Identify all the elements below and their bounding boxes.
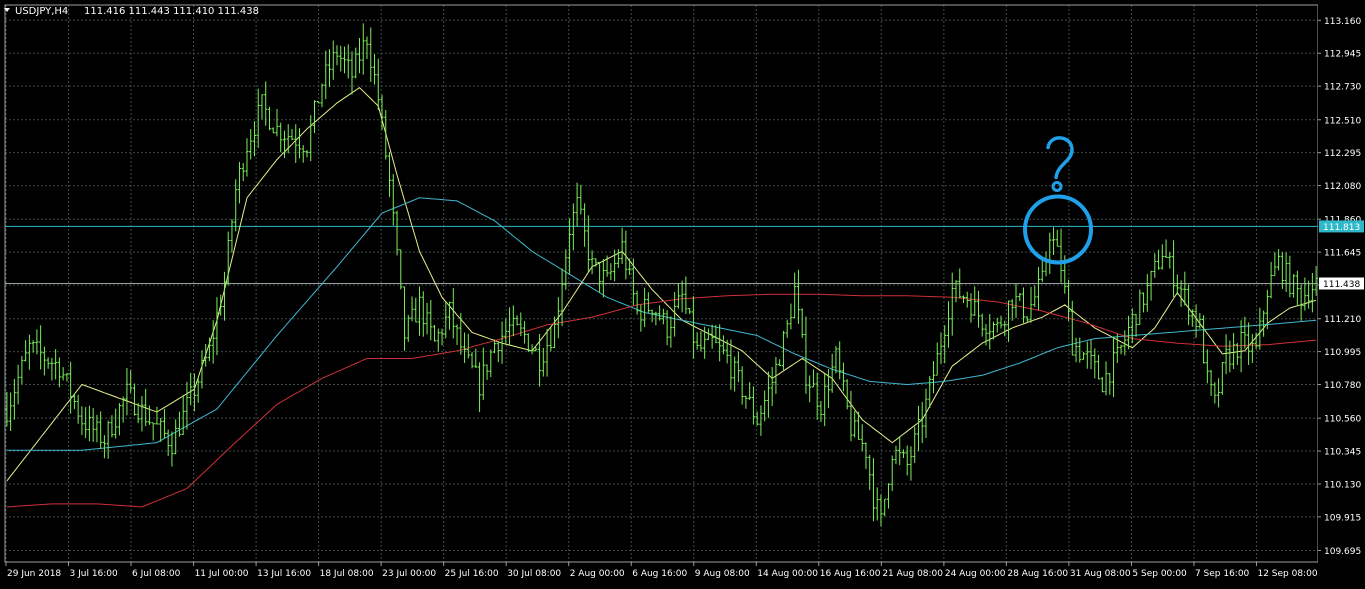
time-tick-label: 25 Jul 16:00 — [445, 569, 499, 579]
price-tick-label: 110.780 — [1324, 381, 1361, 391]
price-tick-label: 109.915 — [1324, 513, 1361, 523]
time-tick-label: 28 Aug 16:00 — [1007, 569, 1068, 579]
chart-header: USDJPY,H4 111.416 111.443 111.410 111.43… — [4, 6, 259, 17]
time-tick-label: 5 Sep 00:00 — [1132, 569, 1187, 579]
time-tick-label: 6 Jul 08:00 — [132, 569, 181, 579]
price-tick-label: 112.080 — [1324, 182, 1361, 192]
price-tick-label: 111.210 — [1324, 315, 1361, 325]
time-tick-label: 24 Aug 00:00 — [945, 569, 1006, 579]
price-tick-label: 110.130 — [1324, 480, 1361, 490]
price-tick-label: 113.160 — [1324, 17, 1361, 27]
price-tick-label: 112.730 — [1324, 83, 1361, 93]
price-tag-label: 111.438 — [1323, 280, 1360, 290]
time-tick-label: 12 Sep 08:00 — [1257, 569, 1317, 579]
time-tick-label: 18 Jul 08:00 — [320, 569, 374, 579]
price-tick-label: 110.560 — [1324, 415, 1361, 425]
time-tick-label: 31 Aug 08:00 — [1070, 569, 1131, 579]
time-tick-label: 21 Aug 08:00 — [882, 569, 943, 579]
price-tick-label: 110.345 — [1324, 448, 1361, 458]
price-chart[interactable]: 113.160 112.945 112.730 112.510 112.295 112.0… — [0, 0, 1365, 585]
price-tick-label: 110.995 — [1324, 348, 1361, 358]
price-tick-label: 112.510 — [1324, 116, 1361, 126]
time-tick-label: 9 Aug 08:00 — [695, 569, 750, 579]
time-tick-label: 6 Aug 16:00 — [632, 569, 687, 579]
price-tick-label: 112.295 — [1324, 149, 1361, 159]
current-price-tag: 111.438 — [1319, 277, 1364, 290]
time-tick-label: 3 Jul 16:00 — [70, 569, 119, 579]
time-tick-label: 13 Jul 16:00 — [257, 569, 311, 579]
price-tick-label: 112.945 — [1324, 50, 1361, 60]
time-tick-label: 29 Jun 2018 — [7, 569, 61, 579]
symbol-label: USDJPY,H4 — [15, 6, 68, 17]
time-tick-label: 30 Jul 08:00 — [507, 569, 561, 579]
price-tag-label: 111.813 — [1323, 223, 1360, 233]
price-axis[interactable]: 113.160 112.945 112.730 112.510 112.295 112.0… — [1318, 0, 1365, 585]
ohlc-values: 111.416 111.443 111.410 111.438 — [84, 6, 259, 17]
chart-area[interactable]: 113.160 112.945 112.730 112.510 112.295 112.0… — [0, 0, 1365, 585]
time-tick-label: 2 Aug 00:00 — [570, 569, 625, 579]
price-tick-label: 109.695 — [1324, 547, 1361, 557]
price-tick-label: 111.645 — [1324, 249, 1361, 259]
time-tick-label: 7 Sep 16:00 — [1195, 569, 1250, 579]
time-tick-label: 16 Aug 16:00 — [820, 569, 881, 579]
time-tick-label: 11 Jul 00:00 — [195, 569, 249, 579]
hline-price-tag: 111.813 — [1319, 220, 1364, 233]
time-tick-label: 23 Jul 00:00 — [382, 569, 436, 579]
time-tick-label: 14 Aug 00:00 — [757, 569, 818, 579]
